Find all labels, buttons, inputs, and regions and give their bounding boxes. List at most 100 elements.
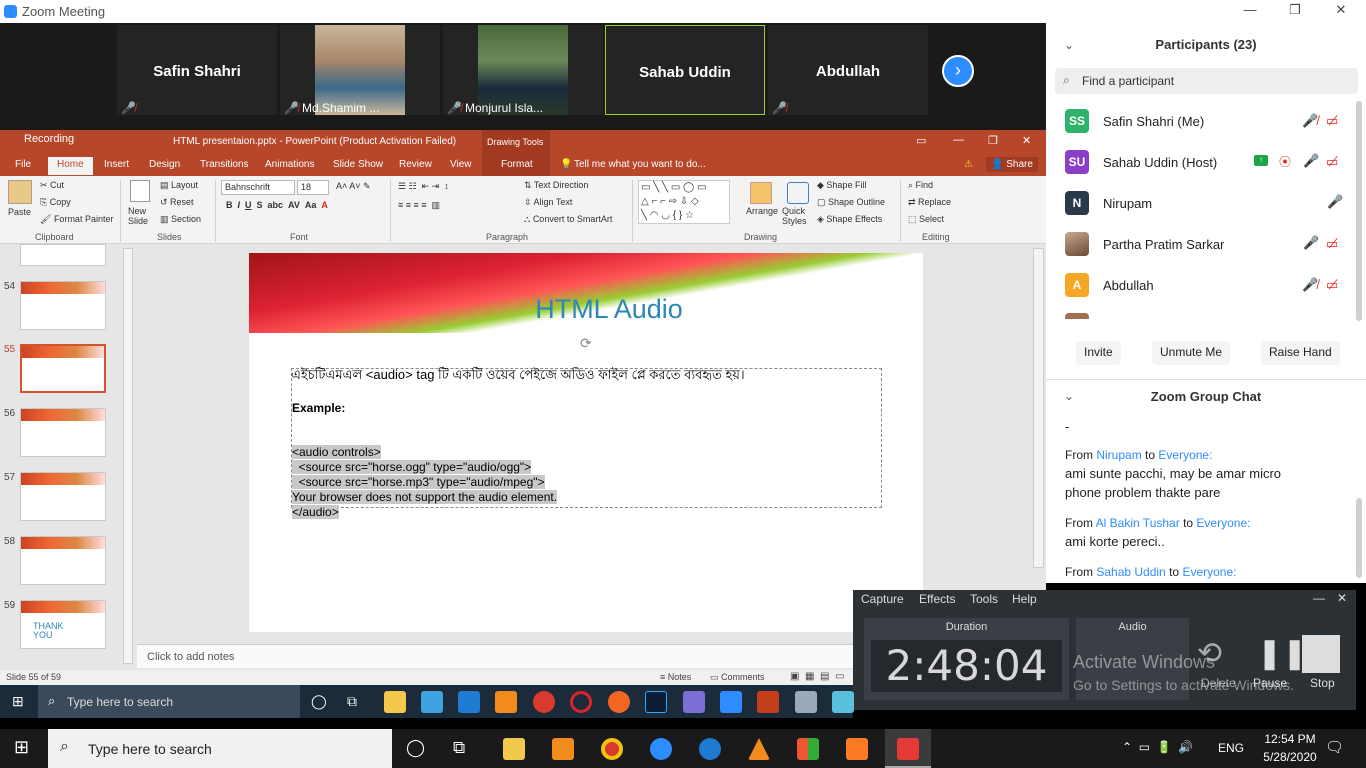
tell-me-box[interactable]: Tell me what you want to do... bbox=[574, 159, 706, 170]
arrange-button[interactable]: Arrange bbox=[746, 206, 778, 216]
replace-button[interactable]: ⇄ Replace bbox=[908, 197, 951, 208]
shape-effects-button[interactable]: ◈ Shape Effects bbox=[817, 214, 882, 225]
maximize-button[interactable]: ❐ bbox=[1285, 2, 1305, 20]
language-indicator[interactable]: ENG bbox=[1218, 741, 1244, 755]
cortana-icon[interactable]: ◯ bbox=[311, 693, 327, 710]
file-explorer-icon[interactable] bbox=[384, 691, 406, 713]
chrome-icon[interactable] bbox=[533, 691, 555, 713]
app-icon[interactable] bbox=[832, 691, 854, 713]
clock-date[interactable]: 5/28/2020 bbox=[1258, 750, 1322, 764]
chat-sender[interactable]: Al Bakin Tushar bbox=[1096, 516, 1180, 530]
video-tile-active[interactable]: Sahab Uddin bbox=[605, 25, 765, 115]
slide-thumbnail[interactable]: THANK YOU bbox=[20, 600, 106, 649]
chat-sender[interactable]: Sahab Uddin bbox=[1096, 565, 1165, 579]
vlc-icon[interactable] bbox=[748, 738, 770, 760]
tab-home[interactable]: Home bbox=[48, 157, 93, 175]
select-button[interactable]: ⬚ Select bbox=[908, 214, 944, 225]
video-off-icon[interactable]: ▭̸ bbox=[1326, 113, 1338, 129]
list-buttons[interactable]: ☰ ☷ ⇤ ⇥ ↕ bbox=[398, 181, 449, 192]
ppt-minimize-button[interactable]: — bbox=[953, 134, 964, 146]
font-size-buttons[interactable]: A˄ A˅ ✎ bbox=[336, 181, 371, 192]
cut-button[interactable]: ✂ Cut bbox=[40, 180, 64, 191]
pause-icon[interactable]: ❚❚ bbox=[1257, 636, 1307, 671]
ribbon-display-icon[interactable]: ▭ bbox=[916, 134, 926, 147]
menu-help[interactable]: Help bbox=[1012, 592, 1037, 606]
app-icon[interactable] bbox=[797, 738, 819, 760]
font-name-select[interactable]: Bahnschrift bbox=[221, 180, 295, 195]
app-icon[interactable] bbox=[795, 691, 817, 713]
xampp-icon[interactable] bbox=[846, 738, 868, 760]
notes-button[interactable]: ≡ Notes bbox=[660, 672, 691, 682]
slide-thumbnail[interactable] bbox=[20, 472, 106, 521]
mic-muted-icon[interactable]: 🎤̸ bbox=[1302, 113, 1318, 129]
font-style-buttons[interactable]: B I U S abc AV Aa A bbox=[226, 200, 328, 210]
slide-thumbnail[interactable] bbox=[20, 536, 106, 585]
text-direction-button[interactable]: ⇅ Text Direction bbox=[524, 180, 588, 191]
format-painter-button[interactable]: 🖌 Format Painter bbox=[40, 214, 113, 225]
copy-button[interactable]: ⎘ Copy bbox=[40, 197, 71, 208]
app-icon[interactable] bbox=[683, 691, 705, 713]
slide-thumbnail[interactable] bbox=[20, 281, 106, 330]
shapes-gallery[interactable]: ▭ ╲ ╲ ▭ ◯ ▭ △ ⌐ ⌐ ⇨ ⇩ ◇ ╲ ◠ ◡ { } ☆ bbox=[638, 180, 730, 224]
participant-row[interactable]: SS Safin Shahri (Me) 🎤̸ ▭̸ bbox=[1046, 101, 1356, 142]
photoshop-icon[interactable] bbox=[645, 691, 667, 713]
video-tile[interactable]: Safin Shahri 🎤̸ bbox=[117, 25, 277, 115]
ppt-restore-button[interactable]: ❐ bbox=[988, 134, 998, 147]
align-text-button[interactable]: ⇳ Align Text bbox=[524, 197, 572, 208]
align-buttons[interactable]: ≡ ≡ ≡ ≡ ▥ bbox=[398, 200, 440, 211]
chat-scrollbar[interactable] bbox=[1356, 498, 1362, 578]
qat-label[interactable]: Recording bbox=[24, 133, 74, 145]
new-slide-button[interactable]: New Slide bbox=[128, 206, 158, 226]
tab-file[interactable]: File bbox=[15, 159, 31, 170]
thumbnail-scrollbar[interactable] bbox=[123, 248, 133, 664]
share-button[interactable]: 👤 Share bbox=[986, 157, 1038, 172]
chrome-icon[interactable] bbox=[601, 738, 623, 760]
section-button[interactable]: ▥ Section bbox=[160, 214, 201, 225]
windows-start-icon[interactable]: ⊞ bbox=[12, 693, 24, 710]
sublime-icon[interactable] bbox=[552, 738, 574, 760]
slide-thumbnail[interactable] bbox=[20, 408, 106, 457]
mic-icon[interactable]: 🎤 bbox=[1303, 235, 1319, 251]
mic-icon[interactable]: 🎤 bbox=[1327, 194, 1343, 210]
task-view-icon[interactable]: ⧉ bbox=[453, 738, 465, 758]
participant-row[interactable]: SU Sahab Uddin (Host) ↑ ⦿ 🎤 ▭̸ bbox=[1046, 142, 1356, 183]
unmute-button[interactable]: Unmute Me bbox=[1152, 341, 1231, 365]
font-size-select[interactable]: 18 bbox=[297, 180, 329, 195]
slide-thumbnail[interactable] bbox=[20, 244, 106, 266]
zoom-icon[interactable] bbox=[650, 738, 672, 760]
participant-search[interactable]: ⌕ Find a participant bbox=[1055, 68, 1358, 94]
minimize-button[interactable]: — bbox=[1240, 2, 1260, 20]
opera-icon[interactable] bbox=[570, 691, 592, 713]
vscode-icon[interactable] bbox=[458, 691, 480, 713]
slide-scrollbar[interactable] bbox=[1033, 248, 1044, 568]
sublime-icon[interactable] bbox=[495, 691, 517, 713]
cortana-icon[interactable]: ◯ bbox=[406, 738, 425, 758]
tab-view[interactable]: View bbox=[450, 159, 472, 170]
chat-sender[interactable]: Nirupam bbox=[1096, 448, 1141, 462]
shape-outline-button[interactable]: ▢ Shape Outline bbox=[817, 197, 885, 208]
close-button[interactable]: ✕ bbox=[1331, 2, 1351, 20]
stop-button[interactable]: Stop bbox=[1310, 676, 1335, 690]
tab-design[interactable]: Design bbox=[149, 159, 180, 170]
menu-capture[interactable]: Capture bbox=[861, 592, 904, 606]
windows-start-icon[interactable]: ⊞ bbox=[14, 737, 29, 758]
video-off-icon[interactable]: ▭̸ bbox=[1326, 277, 1338, 293]
edge-icon[interactable] bbox=[699, 738, 721, 760]
video-tile[interactable]: 🎤̸ Monjurul Isla... bbox=[443, 25, 603, 115]
participant-row[interactable]: A Abdullah 🎤̸ ▭̸ bbox=[1046, 265, 1356, 306]
layout-button[interactable]: ▤ Layout bbox=[160, 180, 198, 191]
video-tile[interactable]: Abdullah 🎤̸ bbox=[768, 25, 928, 115]
quick-styles-button[interactable]: Quick Styles bbox=[782, 206, 814, 226]
clock-time[interactable]: 12:54 PM bbox=[1258, 732, 1322, 746]
comments-button[interactable]: ▭ Comments bbox=[710, 672, 765, 683]
find-button[interactable]: ⌕ Find bbox=[908, 180, 933, 191]
slide-title[interactable]: HTML Audio bbox=[249, 294, 969, 325]
invite-button[interactable]: Invite bbox=[1076, 341, 1121, 365]
tab-animations[interactable]: Animations bbox=[265, 159, 314, 170]
taskbar-search-box[interactable]: ⌕ Type here to search bbox=[48, 729, 392, 768]
rec-close-button[interactable]: ✕ bbox=[1337, 591, 1347, 605]
stop-icon[interactable] bbox=[1302, 635, 1340, 673]
slide-thumbnail-active[interactable] bbox=[20, 344, 106, 393]
active-app[interactable] bbox=[885, 729, 931, 768]
participants-scrollbar[interactable] bbox=[1356, 101, 1362, 321]
